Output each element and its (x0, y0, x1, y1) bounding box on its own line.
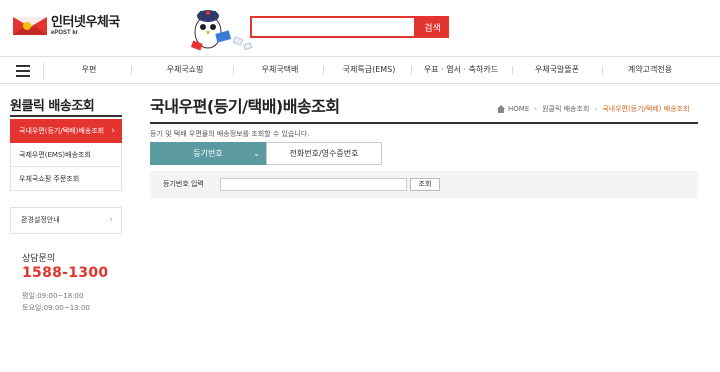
sidebar-menu: 국내우편(등기/택배)배송조회 › 국제우편(EMS)배송조회 우체국쇼핑 주문… (10, 119, 122, 191)
breadcrumb: HOME › 원클릭 배송조회 › 국내우편(등기/택배) 배송조회 (497, 104, 690, 114)
nav-divider (411, 66, 412, 75)
lookup-button[interactable]: 조회 (410, 178, 440, 191)
nav-divider (602, 66, 603, 75)
breadcrumb-separator-icon: › (594, 105, 598, 113)
sidebar-item-shopping-orders[interactable]: 우체국쇼핑 주문조회 (10, 167, 122, 191)
page-title: 국내우편(등기/택배)배송조회 (150, 97, 340, 116)
nav-item-post[interactable]: 우편 (74, 57, 104, 83)
nav-divider (233, 66, 234, 75)
chevron-right-icon: › (111, 126, 115, 136)
nav-divider (323, 66, 324, 75)
sidebar-title: 원클릭 배송조회 (10, 99, 95, 114)
tab-registration-number[interactable]: 등기번호 ⌄ (150, 142, 266, 165)
header: 인터넷우체국 ePOST kr 검색 (0, 0, 720, 56)
sidebar-item-label: 국제우편(EMS)배송조회 (19, 151, 91, 159)
breadcrumb-separator-icon: › (534, 105, 538, 113)
cs-phone: 1588-1300 (22, 265, 109, 281)
sidebar-divider (10, 115, 122, 117)
environment-settings-label: 환경설정안내 (21, 216, 60, 224)
search-button[interactable]: 검색 (416, 16, 449, 38)
cs-hours: 평일:09:00~18:00 토요일:09:00~13:00 (22, 290, 90, 314)
breadcrumb-home[interactable]: HOME (508, 105, 529, 113)
tracking-form: 등기번호 입력 조회 (150, 171, 698, 198)
cs-hours-weekday: 평일:09:00~18:00 (22, 292, 84, 300)
sidebar-item-label: 우체국쇼핑 주문조회 (19, 175, 80, 183)
nav-item-shopping[interactable]: 우체국쇼핑 (155, 57, 215, 83)
chevron-right-icon: › (109, 215, 113, 225)
tab-phone-receipt[interactable]: 전화번호/영수증번호 (266, 142, 382, 165)
logo-title: 인터넷우체국 (51, 15, 120, 30)
tracking-number-label: 등기번호 입력 (163, 180, 204, 188)
sidebar-item-ems-tracking[interactable]: 국제우편(EMS)배송조회 (10, 143, 122, 167)
main-divider (150, 122, 698, 124)
nav-item-ems[interactable]: 국제특급(EMS) (336, 57, 402, 83)
hamburger-menu-icon[interactable] (14, 62, 44, 80)
nav-divider (512, 66, 513, 75)
mascot-image (186, 2, 256, 54)
nav-item-stamps[interactable]: 우표 · 엽서 · 축하카드 (420, 57, 502, 83)
breadcrumb-current: 국내우편(등기/택배) 배송조회 (602, 105, 690, 113)
environment-settings-link[interactable]: 환경설정안내 › (10, 207, 122, 234)
sidebar-item-label: 국내우편(등기/택배)배송조회 (19, 127, 105, 135)
logo-subtitle: ePOST kr (51, 30, 79, 36)
tab-label: 등기번호 (193, 149, 223, 158)
chevron-down-icon: ⌄ (253, 149, 260, 158)
epost-logo-icon (13, 15, 47, 37)
sidebar-item-domestic-tracking[interactable]: 국내우편(등기/택배)배송조회 › (10, 119, 122, 143)
tracking-tabs: 등기번호 ⌄ 전화번호/영수증번호 (150, 142, 382, 165)
page-description: 등기 및 택배 우편물의 배송정보를 조회할 수 있습니다. (150, 130, 310, 138)
tab-label: 전화번호/영수증번호 (289, 149, 359, 158)
home-icon (497, 105, 505, 113)
main-nav: 우편 우체국쇼핑 우체국택배 국제특급(EMS) 우표 · 엽서 · 축하카드 … (0, 56, 720, 84)
nav-item-mobile[interactable]: 우체국알뜰폰 (527, 57, 587, 83)
tracking-number-input[interactable] (220, 178, 407, 191)
cs-label: 상담문의 (22, 254, 56, 264)
nav-item-contract[interactable]: 계약고객전용 (620, 57, 680, 83)
search-input[interactable] (250, 16, 416, 38)
logo[interactable]: 인터넷우체국 ePOST kr (13, 15, 120, 37)
nav-divider (131, 66, 132, 75)
breadcrumb-section[interactable]: 원클릭 배송조회 (542, 104, 589, 114)
cs-hours-saturday: 토요일:09:00~13:00 (22, 304, 90, 312)
nav-item-parcel[interactable]: 우체국택배 (250, 57, 310, 83)
